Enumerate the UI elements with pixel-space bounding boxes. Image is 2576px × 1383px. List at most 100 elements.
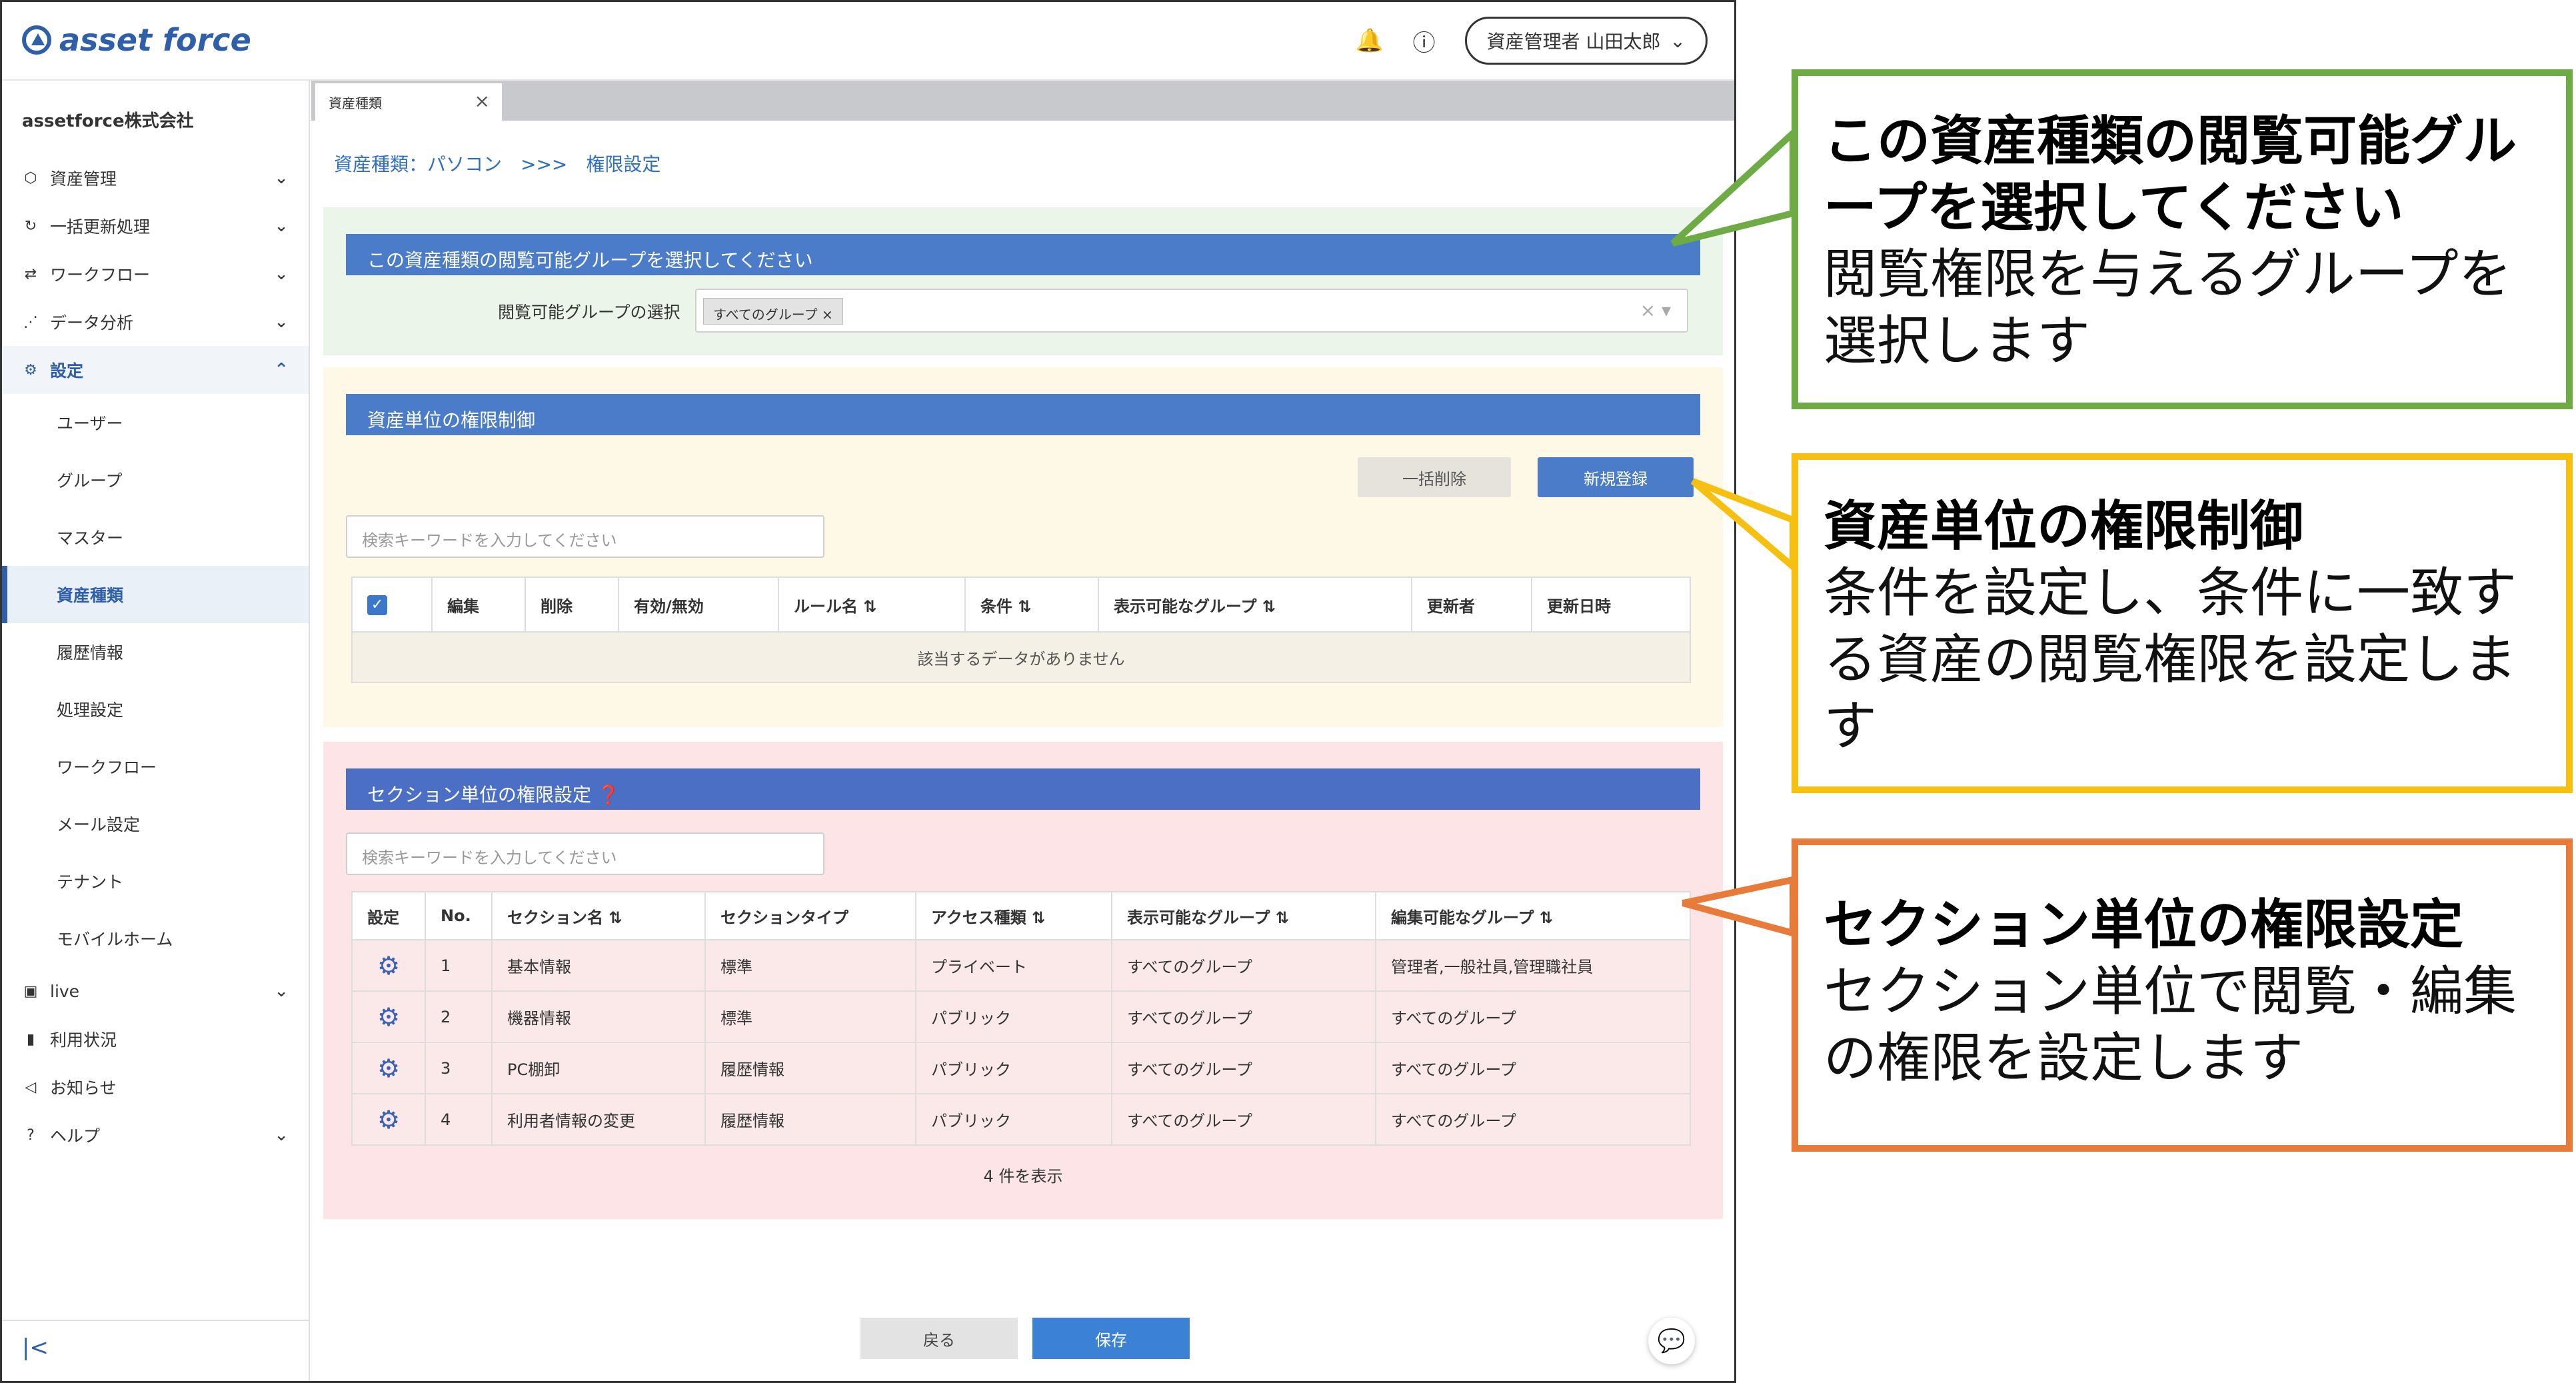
section-name: 基本情報: [491, 939, 706, 992]
sidebar-item-asset-management[interactable]: ⬡ 資産管理 ⌄: [2, 154, 309, 202]
section-name: PC棚卸: [491, 1042, 706, 1094]
column-header: 設定: [351, 891, 426, 940]
chip-label: すべてのグループ: [713, 307, 818, 323]
collapse-sidebar-icon[interactable]: |<: [22, 1334, 49, 1361]
section-type: 標準: [704, 939, 916, 992]
workflow-icon: ⇄: [24, 265, 37, 283]
chevron-up-icon: ⌃: [274, 360, 289, 380]
gear-icon[interactable]: ⚙: [351, 990, 426, 1043]
column-header[interactable]: 表示可能なグループ ⇅: [1098, 577, 1412, 633]
user-menu-button[interactable]: 資産管理者 山田太郎 ⌄: [1464, 17, 1708, 65]
asset-permission-panel: 資産単位の権限制御 一括削除 新規登録 検索キーワードを入力してください ✓ 編…: [323, 367, 1723, 727]
remove-chip-icon[interactable]: ×: [822, 307, 833, 323]
table-row: ⚙ 1 基本情報 標準 プライベート すべてのグループ 管理者,一般社員,管理職…: [351, 939, 1691, 992]
sidebar-item-settings[interactable]: ⚙ 設定 ⌃: [2, 346, 309, 394]
group-chip[interactable]: すべてのグループ ×: [703, 298, 843, 325]
app-window: asset force 🔔 ⓘ 資産管理者 山田太郎 ⌄ assetforce株…: [0, 0, 1736, 1383]
chevron-down-icon: ⌄: [274, 981, 289, 1001]
table-row: ⚙ 4 利用者情報の変更 履歴情報 パブリック すべてのグループ すべてのグルー…: [351, 1093, 1691, 1146]
column-header: 更新日時: [1531, 577, 1691, 633]
chevron-down-icon[interactable]: ▾: [1662, 299, 1671, 321]
panel-title-text: セクション単位の権限設定: [367, 784, 592, 806]
clear-icon[interactable]: ×: [1640, 299, 1656, 321]
sidebar-subitem-users[interactable]: ユーザー: [2, 394, 309, 451]
tab-asset-types[interactable]: 資産種類 ×: [315, 83, 502, 121]
select-all-checkbox[interactable]: ✓: [351, 577, 433, 633]
callout-description: セクション単位で閲覧・編集の権限を設定します: [1824, 960, 2517, 1089]
viewable-groups: すべてのグループ: [1111, 1093, 1376, 1146]
record-count: 4 件を表示: [983, 1167, 1063, 1186]
column-header[interactable]: 編集可能なグループ ⇅: [1375, 891, 1691, 940]
asset-rule-table: ✓ 編集 削除 有効/無効 ルール名 ⇅ 条件 ⇅ 表示可能なグループ ⇅ 更新…: [351, 577, 1691, 683]
sidebar-subitem-process-settings[interactable]: 処理設定: [2, 681, 309, 738]
logo[interactable]: asset force: [22, 22, 251, 58]
sidebar-subitem-groups[interactable]: グループ: [2, 451, 309, 509]
column-header[interactable]: アクセス種類 ⇅: [915, 891, 1112, 940]
chat-icon[interactable]: 💬: [1648, 1318, 1695, 1364]
sidebar-item-label: 利用状況: [50, 1030, 117, 1050]
save-button[interactable]: 保存: [1032, 1318, 1190, 1359]
chevron-down-icon: ⌄: [1670, 29, 1686, 52]
callout-viewable-group: この資産種類の閲覧可能グループを選択してください 閲覧権限を与えるグループを選択…: [1792, 69, 2573, 409]
column-header: 編集: [431, 577, 526, 633]
sidebar-subitem-master[interactable]: マスター: [2, 509, 309, 566]
callout-asset-permission: 資産単位の権限制御 条件を設定し、条件に一致する資産の閲覧権限を設定します: [1792, 453, 2573, 793]
sidebar-item-help[interactable]: ? ヘルプ ⌄: [2, 1111, 309, 1159]
sidebar-item-workflow[interactable]: ⇄ ワークフロー ⌄: [2, 250, 309, 298]
callout-description: 条件を設定し、条件に一致する資産の閲覧権限を設定します: [1824, 562, 2517, 757]
search-input[interactable]: 検索キーワードを入力してください: [346, 515, 824, 558]
breadcrumb[interactable]: 資産種類：パソコン >>> 権限設定: [334, 150, 660, 177]
editable-groups: すべてのグループ: [1375, 990, 1691, 1043]
column-header[interactable]: ルール名 ⇅: [778, 577, 966, 633]
empty-message: 該当するデータがありません: [351, 631, 1691, 683]
close-icon[interactable]: ×: [475, 90, 490, 112]
help-icon[interactable]: ❓: [597, 784, 621, 806]
column-header[interactable]: 表示可能なグループ ⇅: [1111, 891, 1376, 940]
sidebar-subitem-history[interactable]: 履歴情報: [2, 623, 309, 681]
search-input[interactable]: 検索キーワードを入力してください: [346, 832, 824, 875]
chevron-down-icon: ⌄: [274, 216, 289, 236]
logo-text: asset force: [59, 22, 251, 58]
new-register-button[interactable]: 新規登録: [1538, 457, 1694, 497]
sidebar-item-usage[interactable]: ▮ 利用状況: [2, 1015, 309, 1063]
help-icon[interactable]: ⓘ: [1410, 27, 1438, 57]
sidebar-item-label: 資産管理: [50, 169, 117, 189]
table-row: 該当するデータがありません: [351, 631, 1691, 683]
sidebar-subitem-mail-settings[interactable]: メール設定: [2, 795, 309, 852]
column-header: No.: [425, 891, 493, 940]
column-header: セクションタイプ: [704, 891, 916, 940]
sidebar-item-data-analysis[interactable]: ⋰ データ分析 ⌄: [2, 298, 309, 346]
bell-icon[interactable]: 🔔: [1355, 27, 1383, 55]
sidebar-subitem-workflow[interactable]: ワークフロー: [2, 738, 309, 795]
viewable-groups: すべてのグループ: [1111, 939, 1376, 992]
sidebar-item-live[interactable]: ▣ live ⌄: [2, 967, 309, 1015]
live-icon: ▣: [23, 982, 38, 1000]
table-header-row: 設定 No. セクション名 ⇅ セクションタイプ アクセス種類 ⇅ 表示可能なグ…: [351, 891, 1691, 940]
gear-icon[interactable]: ⚙: [351, 1042, 426, 1094]
sidebar-subitem-mobile-home[interactable]: モバイルホーム: [2, 910, 309, 967]
row-no: 2: [425, 990, 493, 1043]
chevron-down-icon: ⌄: [274, 312, 289, 332]
access-type: パブリック: [915, 1042, 1112, 1094]
callout-title: セクション単位の権限設定: [1824, 894, 2463, 956]
sidebar-item-news[interactable]: ◁ お知らせ: [2, 1063, 309, 1111]
row-no: 3: [425, 1042, 493, 1094]
callout-description: 閲覧権限を与えるグループを選択します: [1824, 243, 2512, 372]
sidebar: assetforce株式会社 ⬡ 資産管理 ⌄ ↻ 一括更新処理 ⌄ ⇄ ワークフロー ⌄ …: [2, 81, 310, 1381]
chevron-down-icon: ⌄: [274, 1125, 289, 1145]
column-header[interactable]: 条件 ⇅: [964, 577, 1099, 633]
chart-icon: ▮: [26, 1030, 35, 1048]
callout-section-permission: セクション単位の権限設定 セクション単位で閲覧・編集の権限を設定します: [1792, 838, 2573, 1152]
back-button[interactable]: 戻る: [860, 1318, 1018, 1359]
group-select[interactable]: すべてのグループ × × ▾: [695, 289, 1688, 333]
column-header[interactable]: セクション名 ⇅: [491, 891, 706, 940]
sidebar-subitem-asset-types[interactable]: 資産種類: [2, 566, 309, 623]
bulk-delete-button[interactable]: 一括削除: [1358, 457, 1511, 497]
gear-icon[interactable]: ⚙: [351, 939, 426, 992]
sidebar-subitem-tenant[interactable]: テナント: [2, 852, 309, 910]
company-name: assetforce株式会社: [22, 111, 194, 131]
gear-icon[interactable]: ⚙: [351, 1093, 426, 1146]
access-type: パブリック: [915, 1093, 1112, 1146]
section-name: 利用者情報の変更: [491, 1093, 706, 1146]
sidebar-item-bulk-update[interactable]: ↻ 一括更新処理 ⌄: [2, 202, 309, 250]
